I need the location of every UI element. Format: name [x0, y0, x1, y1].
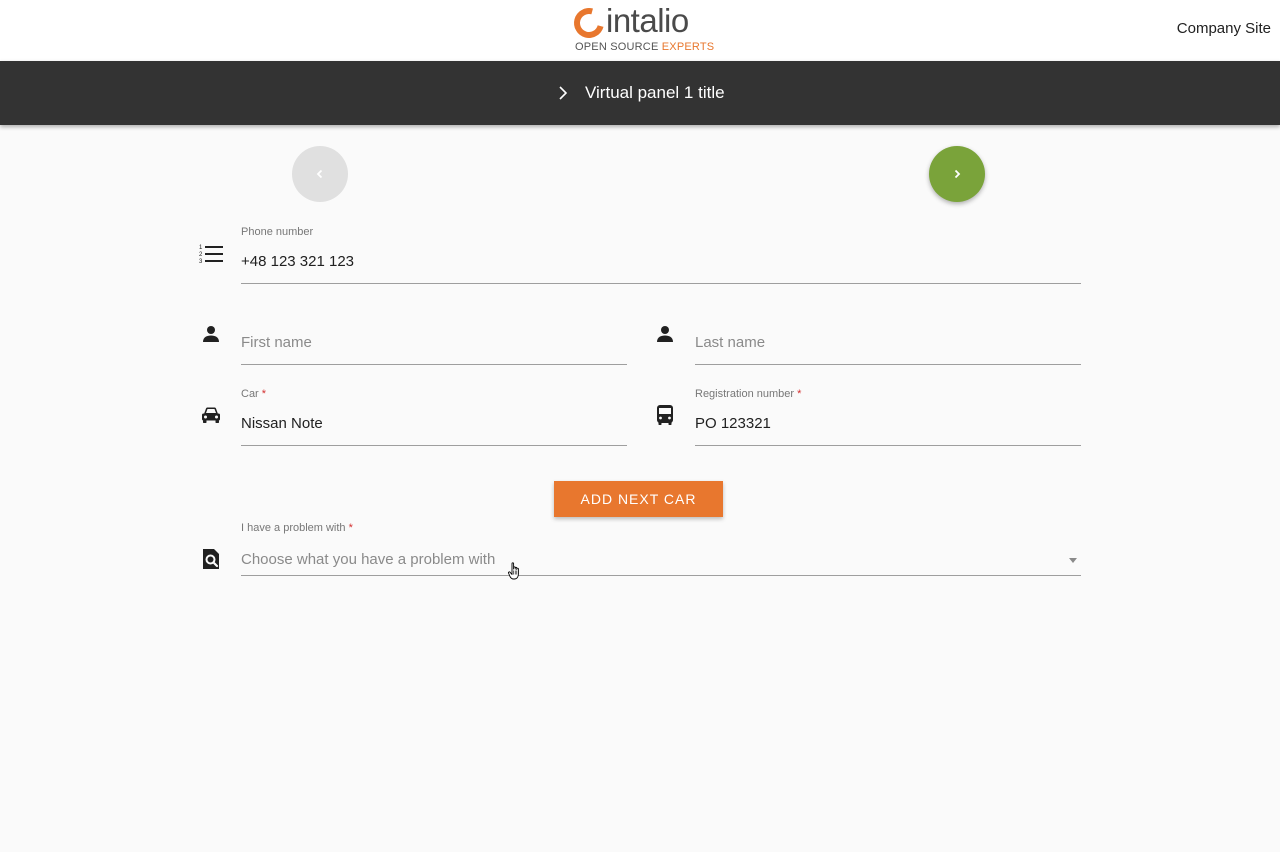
phone-number-label: Phone number — [241, 226, 314, 238]
logo-tagline-accent: EXPERTS — [661, 41, 715, 53]
problem-label-text: I have a problem with — [241, 522, 346, 534]
logo-tagline-prefix: OPEN SOURCE — [575, 41, 662, 53]
chevron-right-icon — [954, 169, 961, 179]
person-icon — [203, 326, 219, 342]
intalio-logo[interactable]: intalio OPEN SOURCE EXPERTS — [568, 2, 714, 54]
hand-cursor-icon — [507, 562, 519, 580]
svg-text:3: 3 — [199, 259, 203, 265]
top-bar: intalio OPEN SOURCE EXPERTS Company Site — [0, 0, 1280, 61]
last-name-field[interactable]: Last name — [695, 307, 1081, 365]
numbered-list-icon: 1 2 3 — [199, 245, 223, 265]
car-icon — [202, 407, 220, 423]
car-label-text: Car — [241, 388, 259, 400]
first-name-placeholder: First name — [241, 334, 312, 351]
registration-number-field[interactable]: Registration number * PO 123321 — [695, 388, 1081, 446]
last-name-placeholder: Last name — [695, 334, 766, 351]
problem-underline — [241, 575, 1081, 576]
phone-number-value[interactable]: +48 123 321 123 — [241, 253, 354, 270]
car-value[interactable]: Nissan Note — [241, 415, 323, 432]
registration-required-mark: * — [797, 388, 802, 400]
company-site-link[interactable]: Company Site — [1177, 20, 1271, 37]
car-underline — [241, 445, 627, 446]
panel-title: Virtual panel 1 title — [585, 83, 725, 102]
car-label: Car * — [241, 388, 266, 400]
problem-label: I have a problem with * — [241, 522, 353, 534]
svg-text:2: 2 — [199, 252, 203, 258]
chevron-left-icon — [316, 169, 323, 179]
find-in-page-icon — [203, 549, 219, 569]
registration-number-label: Registration number * — [695, 388, 801, 400]
logo-wordmark: intalio — [606, 2, 689, 39]
panel-title-bar: Virtual panel 1 title — [0, 61, 1280, 125]
car-required-mark: * — [261, 388, 267, 400]
add-next-car-button[interactable]: ADD NEXT CAR — [554, 481, 723, 517]
svg-text:1: 1 — [199, 245, 203, 251]
chevron-right-icon — [559, 86, 568, 100]
dropdown-arrow-icon[interactable] — [1069, 558, 1077, 563]
person-icon — [657, 326, 673, 342]
registration-number-underline — [695, 445, 1081, 446]
logo-tagline: OPEN SOURCE EXPERTS — [575, 41, 714, 53]
first-name-field[interactable]: First name — [241, 307, 627, 365]
problem-select[interactable]: I have a problem with * Choose what you … — [241, 522, 1081, 576]
problem-placeholder: Choose what you have a problem with — [241, 551, 496, 568]
car-field[interactable]: Car * Nissan Note — [241, 388, 627, 446]
first-name-underline — [241, 364, 627, 365]
logo-ring-icon — [568, 2, 610, 44]
next-panel-button[interactable] — [929, 146, 985, 202]
phone-number-underline — [241, 283, 1081, 284]
bus-icon — [657, 405, 673, 425]
problem-required-mark: * — [348, 522, 353, 534]
phone-number-field[interactable]: Phone number +48 123 321 123 — [241, 226, 1081, 284]
registration-label-text: Registration number — [695, 388, 795, 400]
previous-panel-button[interactable] — [292, 146, 348, 202]
last-name-underline — [695, 364, 1081, 365]
registration-number-value[interactable]: PO 123321 — [695, 415, 771, 432]
